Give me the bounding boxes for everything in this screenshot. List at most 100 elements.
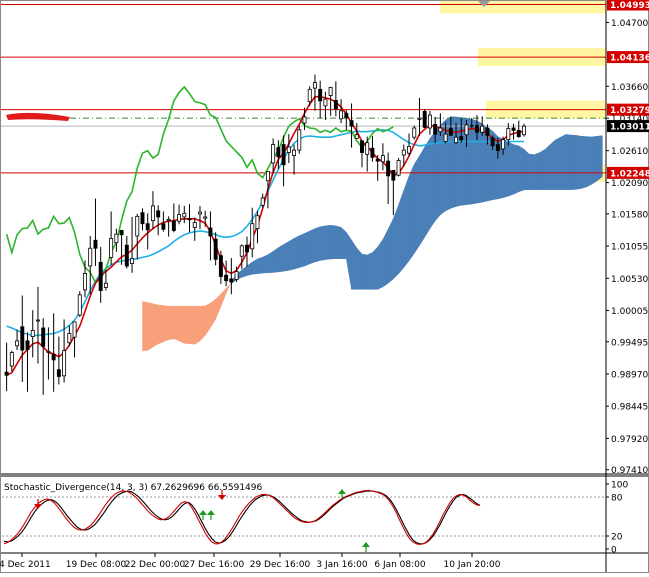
kumo-segment <box>560 134 567 190</box>
candle-body <box>307 88 312 103</box>
candle-body <box>401 149 406 156</box>
candle-body <box>433 123 438 135</box>
kumo-segment <box>199 305 206 342</box>
candle-body <box>25 340 30 350</box>
osc-tick-label: 0 <box>611 546 617 556</box>
candle-body <box>103 282 108 288</box>
kumo-segment <box>565 134 572 190</box>
date-tick-label: 19 Dec 08:00 <box>66 560 127 570</box>
candle-body <box>130 258 135 264</box>
candle-body <box>161 223 166 230</box>
candle-body <box>312 82 317 89</box>
candle-body <box>140 212 145 225</box>
date-tick-label: 10 Jan 20:00 <box>444 560 501 570</box>
level-tag-text: 1.04136 <box>610 54 649 64</box>
kumo-segment <box>591 135 598 185</box>
candle-body <box>365 142 370 155</box>
kumo-segment <box>518 145 525 193</box>
kumo-segment <box>278 244 284 273</box>
level-tag-text: 1.03279 <box>610 106 649 116</box>
chart-root: 1.04700 1.03660 1.03140 1.02610 1.02090 1.015… <box>0 0 649 573</box>
chart-svg: 1.047001.036601.031401.026101.020901.015… <box>0 0 649 573</box>
kumo-segment <box>534 152 540 190</box>
level-tag-text: 1.04993 <box>610 1 649 11</box>
kumo-segment <box>189 305 196 345</box>
candle-body <box>62 350 67 377</box>
candle-body <box>93 239 98 249</box>
kumo-segment <box>544 143 551 190</box>
price-tick-label: 0.98970 <box>611 371 648 381</box>
candle-body <box>124 244 129 267</box>
candle-body <box>203 216 208 219</box>
price-tick-label: 1.01580 <box>611 210 648 220</box>
price-tick-label: 1.00005 <box>611 307 648 317</box>
kumo-segment <box>330 224 337 260</box>
candle-body <box>297 129 302 151</box>
candle-body <box>72 321 77 338</box>
candle-body <box>454 136 459 144</box>
candle-body <box>370 147 375 158</box>
candle-body <box>9 352 14 367</box>
kumo-segment <box>539 149 546 190</box>
candle-body <box>318 88 323 102</box>
kumo-segment <box>257 256 263 274</box>
candle-body <box>20 326 25 351</box>
candle-body <box>36 319 40 322</box>
candle-body <box>109 238 114 258</box>
current-price-tag-text: 1.03011 <box>610 123 649 133</box>
candle-body <box>46 350 51 353</box>
candle-body <box>135 215 140 237</box>
candle-body <box>511 127 516 131</box>
kumo-segment <box>398 190 405 275</box>
kumo-segment <box>163 305 169 343</box>
candle-body <box>239 245 244 257</box>
candle-body <box>522 125 526 136</box>
kumo-segment <box>325 224 331 260</box>
kumo-segment <box>262 254 269 274</box>
candle-body <box>412 127 417 138</box>
candle-body <box>464 124 469 136</box>
date-tick-label: 29 Dec 16:00 <box>250 560 311 570</box>
candle-body <box>360 140 364 153</box>
kumo-segment <box>377 238 384 290</box>
kumo-segment <box>366 252 373 290</box>
candle-body <box>339 110 344 120</box>
kumo-segment <box>304 230 310 267</box>
kumo-segment <box>267 250 274 274</box>
candle-body <box>396 160 401 176</box>
candle-body <box>224 274 229 282</box>
price-tick-label: 0.99495 <box>611 338 648 348</box>
kumo-segment <box>184 305 190 344</box>
price-tick-label: 0.98445 <box>611 403 648 413</box>
candle-body <box>187 218 192 221</box>
candle-body <box>422 111 427 128</box>
kumo-segment <box>194 305 201 345</box>
kumo-segment <box>293 235 300 270</box>
candle-body <box>490 137 495 147</box>
candle-body <box>67 333 72 344</box>
kumo-segment <box>586 136 593 188</box>
candle-body <box>459 136 464 141</box>
candle-body <box>51 353 56 361</box>
candle-body <box>281 144 286 166</box>
osc-tick-label: 80 <box>611 494 623 504</box>
candle-body <box>77 294 82 316</box>
kumo-segment <box>523 148 530 191</box>
candle-body <box>250 223 255 250</box>
kumo-segment <box>372 246 378 290</box>
kumo-segment <box>413 155 420 255</box>
kumo-segment <box>419 146 425 247</box>
candle-body <box>83 272 87 291</box>
oscillator-title: Stochastic_Divergence(14, 3, 3) 67.26296… <box>4 483 263 493</box>
candle-body <box>391 169 396 181</box>
candle-body <box>448 128 453 136</box>
kumo-segment <box>147 302 154 351</box>
candle-body <box>344 112 349 118</box>
candle-body <box>88 247 93 267</box>
candle-body <box>328 87 333 96</box>
kumo-segment <box>387 218 394 284</box>
kumo-segment <box>570 134 577 190</box>
candle-body <box>443 133 448 142</box>
candle-body <box>469 125 474 127</box>
candle-body <box>56 369 61 377</box>
